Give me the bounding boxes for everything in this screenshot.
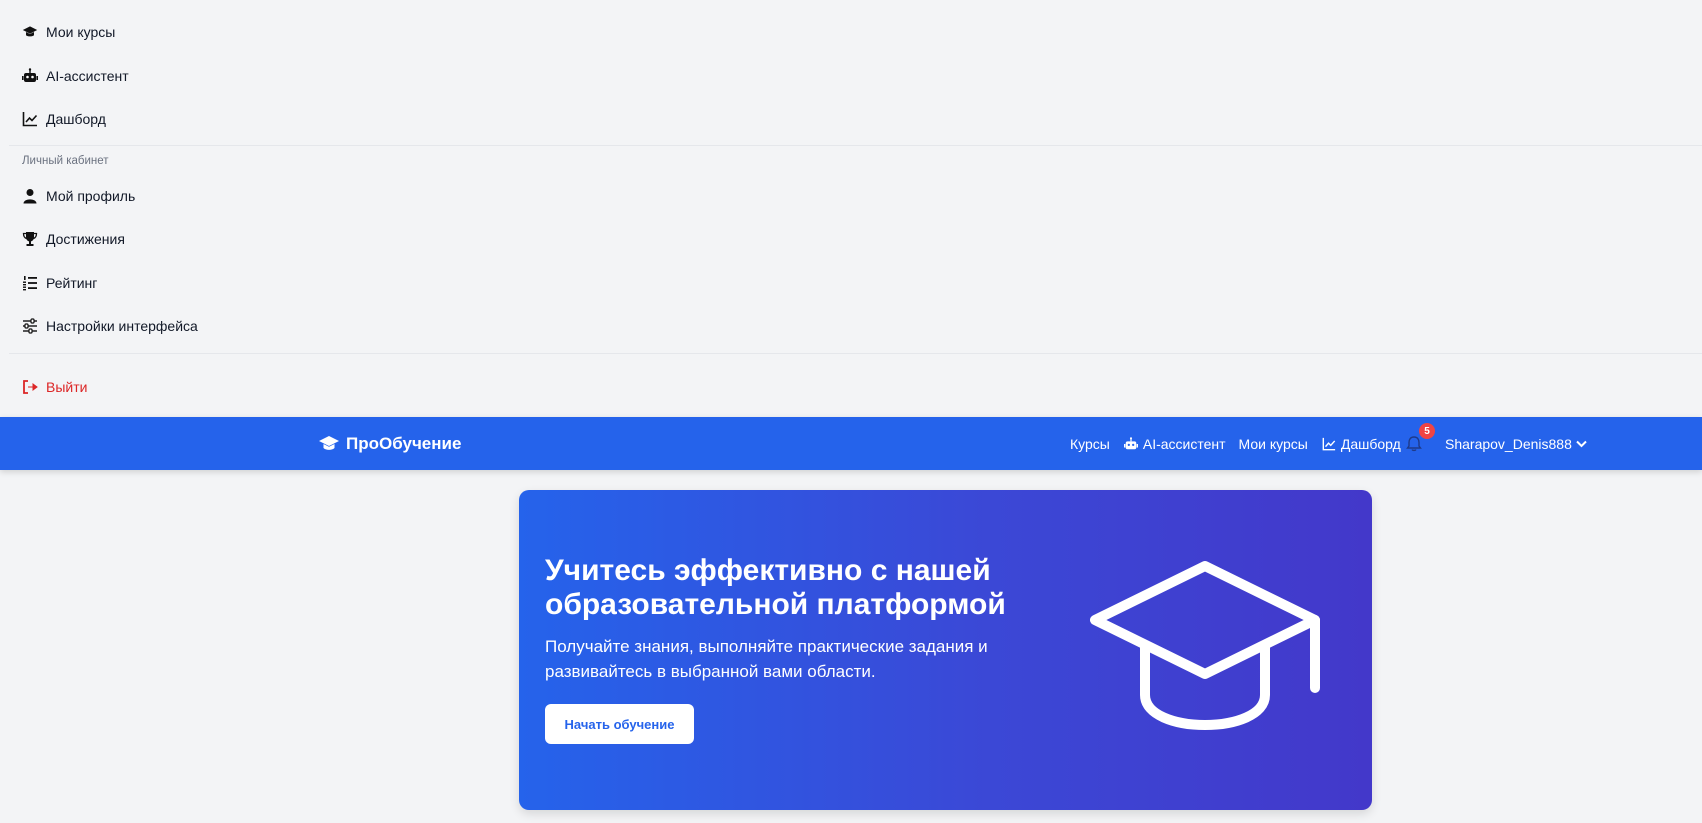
graduation-cap-icon	[1090, 561, 1320, 730]
menu-item-label: AI-ассистент	[46, 68, 129, 84]
chart-line-icon	[1321, 437, 1337, 451]
robot-icon	[1123, 436, 1139, 451]
menu-item-ai-assistant[interactable]: AI-ассистент	[22, 62, 129, 90]
menu-item-label: Мои курсы	[46, 24, 116, 40]
chevron-down-icon	[1576, 440, 1587, 448]
username: Sharapov_Denis888	[1445, 435, 1572, 452]
menu-item-profile[interactable]: Мой профиль	[22, 182, 135, 210]
user-icon	[22, 188, 38, 204]
nav-links: Курсы AI-ассистент Мои курсы Дашборд	[1070, 417, 1414, 470]
menu-item-rating[interactable]: Рейтинг	[22, 269, 97, 297]
nav-link-dashboard[interactable]: Дашборд	[1321, 436, 1401, 452]
bell-icon	[1405, 435, 1423, 453]
logout-button[interactable]: Выйти	[22, 373, 87, 401]
logout-label: Выйти	[46, 379, 88, 395]
start-learning-button[interactable]: Начать обучение	[545, 704, 694, 744]
nav-link-courses[interactable]: Курсы	[1070, 436, 1110, 452]
user-dropdown-menu: Мои курсы AI-ассистент Дашборд Личный ка…	[0, 0, 1702, 417]
top-navbar: ПроОбучение Курсы AI-ассистент Мои курсы…	[0, 417, 1702, 470]
hero-subtitle: Получайте знания, выполняйте практически…	[545, 637, 988, 681]
brand-logo[interactable]: ПроОбучение	[318, 417, 461, 470]
nav-link-label: Курсы	[1070, 435, 1110, 452]
menu-item-my-courses[interactable]: Мои курсы	[22, 18, 115, 46]
menu-divider	[9, 353, 1702, 354]
graduation-cap-icon	[22, 24, 38, 40]
menu-item-label: Рейтинг	[46, 275, 98, 291]
brand-name: ПроОбучение	[346, 433, 462, 453]
menu-item-achievements[interactable]: Достижения	[22, 225, 125, 253]
menu-divider	[9, 145, 1702, 146]
user-menu-toggle[interactable]: Sharapov_Denis888	[1445, 417, 1587, 470]
notification-badge: 5	[1419, 423, 1435, 439]
nav-link-label: AI-ассистент	[1142, 435, 1226, 452]
list-ol-icon	[22, 275, 38, 291]
hero-title: Учитесь эффективно с нашей образовательн…	[545, 554, 1006, 621]
robot-icon	[22, 68, 38, 84]
nav-link-label: Мои курсы	[1238, 435, 1308, 452]
trophy-icon	[22, 231, 38, 247]
menu-item-dashboard[interactable]: Дашборд	[22, 105, 106, 133]
menu-item-label: Достижения	[46, 231, 125, 247]
sliders-icon	[22, 318, 38, 334]
nav-link-my-courses[interactable]: Мои курсы	[1239, 436, 1308, 452]
menu-item-label: Настройки интерфейса	[46, 318, 198, 334]
nav-link-label: Дашборд	[1340, 435, 1401, 452]
section-label-personal: Личный кабинет	[22, 155, 109, 167]
hero-banner: Учитесь эффективно с нашей образовательн…	[519, 490, 1372, 810]
menu-item-label: Мой профиль	[46, 188, 136, 204]
nav-link-ai-assistant[interactable]: AI-ассистент	[1123, 436, 1226, 452]
graduation-cap-icon	[318, 435, 340, 453]
chart-line-icon	[22, 111, 38, 127]
sign-out-icon	[22, 379, 38, 395]
menu-item-label: Дашборд	[46, 111, 106, 127]
menu-item-interface-settings[interactable]: Настройки интерфейса	[22, 312, 198, 340]
